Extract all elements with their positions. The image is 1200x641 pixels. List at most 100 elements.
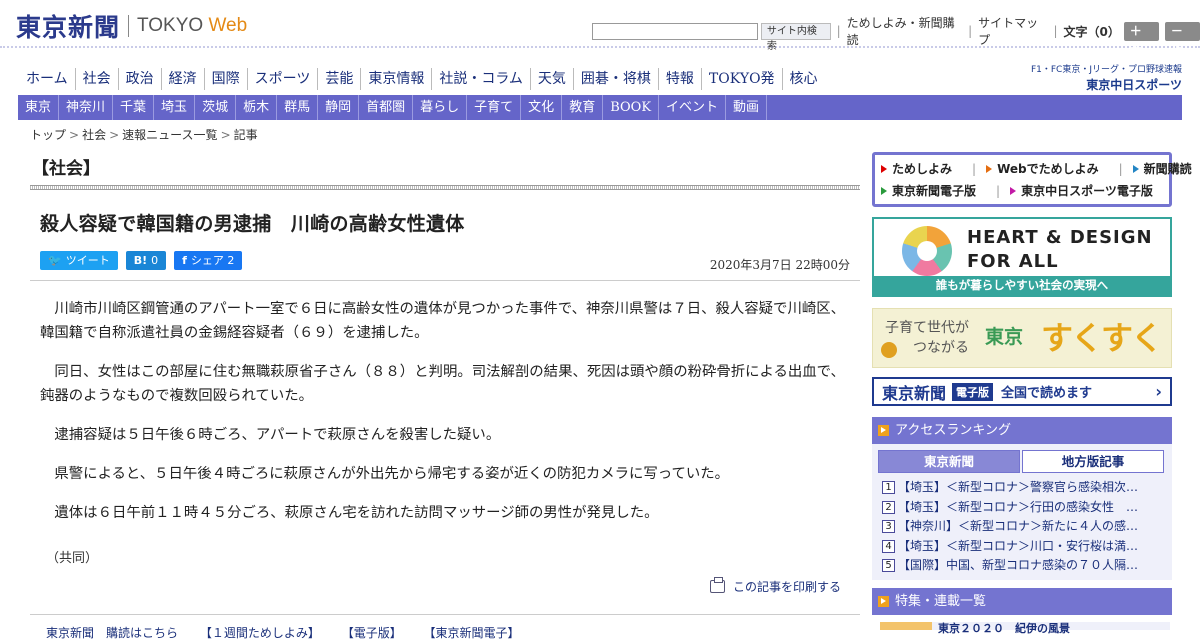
tweet-button[interactable]: 🐦 ツイート [40, 251, 118, 270]
local-nav-item[interactable]: BOOK [603, 95, 660, 120]
ranking-item[interactable]: 3 【神奈川】＜新型コロナ＞新たに４人の感… [882, 517, 1167, 537]
banner-footer: 誰もが暮らしやすい社会の実現へ [874, 276, 1170, 295]
search-input[interactable] [592, 22, 758, 40]
nav-international[interactable]: 国際 [205, 68, 248, 90]
nav-tokyo-info[interactable]: 東京情報 [361, 68, 433, 90]
local-nav-item[interactable]: 子育て [467, 95, 522, 120]
print-label: この記事を印刷する [733, 580, 842, 594]
search-button[interactable]: サイト内検索 [760, 22, 831, 52]
site-logo[interactable]: 東京新聞 TOKYO Web [16, 8, 247, 44]
subscribe-link[interactable]: 新聞購読 [1132, 158, 1200, 180]
global-nav: ホーム 社会 政治 経済 国際 スポーツ 芸能 東京情報 社説・コラム 天気 囲… [20, 68, 825, 90]
hatena-button[interactable]: B! 0 [125, 251, 167, 270]
divider: | [996, 184, 1001, 198]
ranking-item[interactable]: 1 【埼玉】＜新型コロナ＞警察官ら感染相次… [882, 478, 1167, 498]
bottom-link[interactable]: 【東京新聞電子】 [424, 626, 520, 640]
nav-go-shogi[interactable]: 囲碁・将棋 [574, 68, 659, 90]
print-link[interactable]: この記事を印刷する [710, 577, 842, 595]
nav-home[interactable]: ホーム [20, 68, 76, 90]
logo-web-text: Web [208, 15, 248, 36]
web-trial-link[interactable]: Webでためしよみ [986, 158, 1109, 180]
font-bigger-button[interactable]: ＋大 [1123, 21, 1159, 57]
nav-politics[interactable]: 政治 [119, 68, 162, 90]
local-nav-item[interactable]: 埼玉 [154, 95, 196, 120]
nav-sports[interactable]: スポーツ [248, 68, 319, 90]
sitemap-link[interactable]: サイトマップ [978, 14, 1047, 48]
font-smaller-button[interactable]: －小 [1164, 21, 1200, 57]
web-trial-label: Webでためしよみ [997, 162, 1099, 176]
local-nav-item[interactable]: 教育 [562, 95, 604, 120]
tab-local-edition[interactable]: 地方版記事 [1022, 450, 1164, 473]
rank-number: 4 [882, 539, 895, 553]
trial-subscribe-link[interactable]: ためしよみ・新聞購読 [847, 14, 963, 48]
article-source: （共同） [46, 551, 99, 566]
ranking-item-title: 【神奈川】＜新型コロナ＞新たに４人の感… [898, 519, 1139, 533]
breadcrumb-news-list[interactable]: 速報ニュース一覧 [122, 128, 217, 142]
local-nav-item[interactable]: 東京 [18, 95, 60, 120]
chunichi-sports-logo[interactable]: F1・FC東京・Jリーグ・プロ野球速報 東京中日スポーツ [1020, 62, 1182, 93]
bottom-link[interactable]: 【１週間ためしよみ】 [200, 626, 320, 640]
nav-editorial[interactable]: 社説・コラム [432, 68, 531, 90]
breadcrumb-top[interactable]: トップ [30, 128, 66, 142]
sports-digital-link[interactable]: 東京中日スポーツ電子版 [1010, 180, 1163, 202]
nav-tokuho[interactable]: 特報 [659, 68, 702, 90]
sukusuku-tagline1: 子育て世代が [885, 320, 969, 336]
bottom-link[interactable]: 【電子版】 [342, 626, 402, 640]
breadcrumb: トップ > 社会 > 速報ニュース一覧 > 記事 [30, 126, 258, 143]
subscribe-links-box: ためしよみ | Webでためしよみ | 新聞購読 東京新聞電子版 | 東京中日ス… [872, 152, 1192, 207]
bottom-link[interactable]: 東京新聞 購読はこちら [46, 626, 178, 640]
local-nav-item[interactable]: 群馬 [277, 95, 319, 120]
trial-link[interactable]: ためしよみ [881, 158, 962, 180]
sports-logo-name: 東京中日スポーツ [1086, 78, 1182, 92]
play-square-icon [878, 425, 889, 436]
nav-tokyo-hatsu[interactable]: TOKYO発 [702, 68, 783, 90]
local-nav-item[interactable]: 文化 [521, 95, 563, 120]
digital-edition-link[interactable]: 東京新聞電子版 [881, 180, 986, 202]
divider: | [968, 24, 973, 38]
digital-edition-banner[interactable]: 東京新聞 電子版 全国で読めます › [872, 377, 1172, 406]
local-nav-item[interactable]: 千葉 [113, 95, 155, 120]
tab-tokyo-shimbun[interactable]: 東京新聞 [878, 450, 1020, 473]
breadcrumb-separator: > [69, 128, 80, 142]
ranking-item-title: 【国際】中国、新型コロナ感染の７０人隔… [898, 558, 1139, 572]
printer-icon [710, 577, 725, 593]
arrow-icon [1010, 187, 1017, 195]
local-nav-item[interactable]: 静岡 [318, 95, 360, 120]
local-nav-item[interactable]: 首都圏 [359, 95, 414, 120]
logo-divider [128, 15, 130, 37]
breadcrumb-separator: > [109, 128, 120, 142]
heart-design-banner[interactable]: HEART & DESIGN FOR ALL 誰もが暮らしやすい社会の実現へ [872, 217, 1172, 297]
logo-en-text: TOKYO [137, 15, 204, 36]
local-nav-item[interactable]: 動画 [726, 95, 768, 120]
ranking-item[interactable]: 2 【埼玉】＜新型コロナ＞行田の感染女性 … [882, 498, 1167, 518]
twitter-icon: 🐦 [48, 254, 62, 267]
ranking-item[interactable]: 4 【埼玉】＜新型コロナ＞川口・安行桜は満… [882, 537, 1167, 557]
ranking-item[interactable]: 5 【国際】中国、新型コロナ感染の７０人隔… [882, 556, 1167, 576]
local-nav-item[interactable]: 栃木 [236, 95, 278, 120]
local-nav-item[interactable]: 神奈川 [59, 95, 114, 120]
local-nav-item[interactable]: 茨城 [195, 95, 237, 120]
feature-item[interactable]: 東京２０２０ 紀伊の風景 [880, 622, 1170, 635]
nav-kakushin[interactable]: 核心 [783, 68, 825, 90]
article-paragraph: 同日、女性はこの部屋に住む無職萩原省子さん（８８）と判明。司法解剖の結果、死因は… [40, 364, 845, 404]
breadcrumb-society[interactable]: 社会 [82, 128, 106, 142]
nav-society[interactable]: 社会 [76, 68, 119, 90]
rank-number: 2 [882, 500, 895, 514]
facebook-share-button[interactable]: f シェア 2 [174, 251, 243, 270]
nav-economy[interactable]: 経済 [162, 68, 205, 90]
nav-entertainment[interactable]: 芸能 [318, 68, 362, 90]
font-size-label: 文字（0） [1063, 24, 1120, 39]
ranking-tabs: 東京新聞 地方版記事 [878, 450, 1164, 473]
features-title: 特集・連載一覧 [895, 594, 987, 609]
sukusuku-banner[interactable]: 子育て世代が つながる 東京 すくすく [872, 308, 1172, 368]
local-nav-item[interactable]: 暮らし [413, 95, 468, 120]
divider: | [836, 24, 841, 38]
nav-weather[interactable]: 天気 [531, 68, 574, 90]
tweet-label: ツイート [65, 254, 110, 267]
local-nav-item[interactable]: イベント [659, 95, 727, 120]
ep-badge: 電子版 [952, 382, 994, 401]
ep-logo: 東京新聞 [882, 383, 947, 403]
bottom-links: 東京新聞 購読はこちら 【１週間ためしよみ】 【電子版】 【東京新聞電子】 [46, 624, 538, 641]
utility-bar: サイト内検索 | ためしよみ・新聞購読 | サイトマップ | 文字（0） ＋大 … [592, 14, 1200, 57]
rank-number: 3 [882, 520, 895, 534]
